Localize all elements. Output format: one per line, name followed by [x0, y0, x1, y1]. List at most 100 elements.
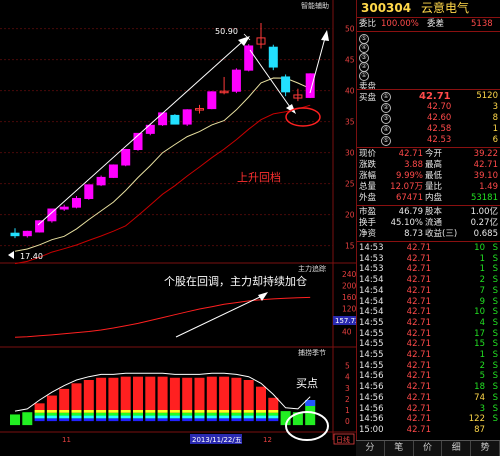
sub2-layer — [268, 410, 279, 413]
sub2-layer — [108, 410, 119, 413]
sub2-layer — [182, 418, 193, 422]
sub2-layer — [96, 415, 107, 419]
sub2-layer — [83, 418, 94, 422]
candle-body — [10, 232, 20, 237]
candle-body — [108, 164, 118, 178]
sub2-bar — [34, 403, 45, 410]
sub2-layer — [169, 415, 180, 419]
candle-body — [268, 46, 278, 68]
kline-chart[interactable]: 5045403530252015 2402001601208040 543210… — [0, 0, 356, 455]
sub2-layer — [194, 412, 205, 416]
sub2-layer — [219, 412, 230, 416]
tick-row: 14:53 42.71 10 S — [359, 243, 498, 253]
sub2-layer — [157, 412, 168, 416]
buy-level-row: ④ 42.58 1 — [357, 124, 500, 135]
panel-tab[interactable]: 价 — [414, 441, 443, 456]
tick-row: 14:55 42.71 15 S — [359, 339, 498, 350]
sub2-bar — [145, 376, 156, 410]
quote-panel: 300304 云意电气 委比 100.00% 委差 5138 ⑤④③②① 卖盘 … — [356, 0, 500, 455]
sub2-bar — [10, 414, 20, 426]
sub2-bar — [206, 376, 217, 410]
sub2-layer — [145, 418, 156, 422]
month-label-1: 11 — [62, 436, 71, 444]
sub2-tick: 5 — [345, 362, 350, 371]
sub2-layer — [96, 418, 107, 422]
panel-tab[interactable]: 笔 — [385, 441, 414, 456]
buy-level-row: ③ 42.60 8 — [357, 113, 500, 124]
sub2-layer — [169, 412, 180, 416]
sub2-bar — [243, 380, 254, 410]
tick-row: 14:56 42.71 74 S — [359, 392, 498, 403]
panel-tab[interactable]: 势 — [471, 441, 500, 456]
low-price-label: 17.40 — [20, 252, 43, 261]
sub2-layer — [59, 412, 70, 416]
sub2-layer — [46, 412, 57, 416]
tick-row: 14:55 42.71 2 S — [359, 360, 498, 371]
sub2-layer — [219, 418, 230, 422]
sub2-layer — [157, 410, 168, 413]
sub2-layer — [83, 410, 94, 413]
price-tick: 30 — [345, 149, 355, 158]
stock-name: 云意电气 — [420, 1, 469, 15]
sub2-layer — [256, 415, 266, 419]
sub2-layer — [108, 415, 119, 419]
sub2-layer — [256, 412, 266, 416]
candle-body — [182, 109, 192, 125]
sub1-tick: 120 — [342, 304, 356, 313]
month-label-2: 12 — [263, 436, 272, 444]
sub2-layer — [206, 410, 217, 413]
sub2-layer — [194, 415, 205, 419]
candle-body — [281, 76, 291, 93]
candle-body — [158, 112, 168, 126]
sub2-layer — [133, 415, 143, 419]
stat-row: 外盘 67471 内盘 53181 — [359, 193, 498, 203]
sub1-label: 主力追踪 — [298, 264, 326, 273]
candle-body — [59, 206, 69, 210]
candle-body — [35, 220, 45, 233]
buy-level-row: ⑤ 42.53 6 — [357, 135, 500, 146]
sub2-layer — [83, 415, 94, 419]
sub2-layer — [46, 410, 57, 413]
sub2-layer — [34, 412, 45, 416]
sub2-layer — [59, 410, 70, 413]
main-indicator-label: 智能辅助 — [301, 1, 329, 10]
sub1-tick: 160 — [342, 293, 356, 302]
sub2-layer — [34, 410, 45, 413]
candle-body — [244, 45, 254, 71]
sub2-layer — [231, 412, 242, 416]
weibi-row: 委比 100.00% 委差 5138 — [359, 19, 493, 29]
price-tick: 15 — [345, 242, 355, 251]
stat-row: 净资 8.73 收益(三) 0.685 — [359, 229, 498, 239]
panel-tab[interactable]: 细 — [442, 441, 472, 456]
sub2-tick: 0 — [345, 417, 350, 426]
tick-row: 14:55 42.71 4 S — [359, 317, 498, 328]
sub2-layer — [34, 415, 45, 419]
sub2-layer — [256, 418, 266, 422]
sub2-layer — [96, 412, 107, 416]
sub2-layer — [145, 415, 156, 419]
buy-point-annotation: 买点 — [296, 377, 318, 390]
candle-body — [72, 197, 81, 208]
tick-row: 14:56 42.71 5 S — [359, 371, 498, 382]
sub2-layer — [145, 410, 156, 413]
sub2-label: 捕捞季节 — [298, 348, 326, 357]
sub2-bar — [108, 377, 119, 410]
tick-row: 14:56 42.71 122 S — [359, 414, 498, 425]
sub2-bar — [169, 377, 180, 410]
sub2-layer — [206, 412, 217, 416]
sub2-layer — [194, 410, 205, 413]
sub2-layer — [71, 418, 82, 422]
candle-body — [170, 114, 180, 125]
sub2-bar — [256, 386, 266, 410]
sub2-layer — [243, 415, 254, 419]
period-label: 日线 — [336, 435, 350, 444]
sub2-bar — [59, 388, 70, 410]
sub2-layer — [182, 415, 193, 419]
price-tick: 50 — [345, 25, 355, 34]
sub2-layer — [182, 410, 193, 413]
panel-tab[interactable]: 分 — [356, 441, 385, 456]
tick-row: 14:56 42.71 3 S — [359, 403, 498, 414]
candle-body — [121, 149, 131, 166]
sub2-layer — [133, 418, 143, 422]
date-label: 2013/11/22/五 — [192, 436, 242, 444]
